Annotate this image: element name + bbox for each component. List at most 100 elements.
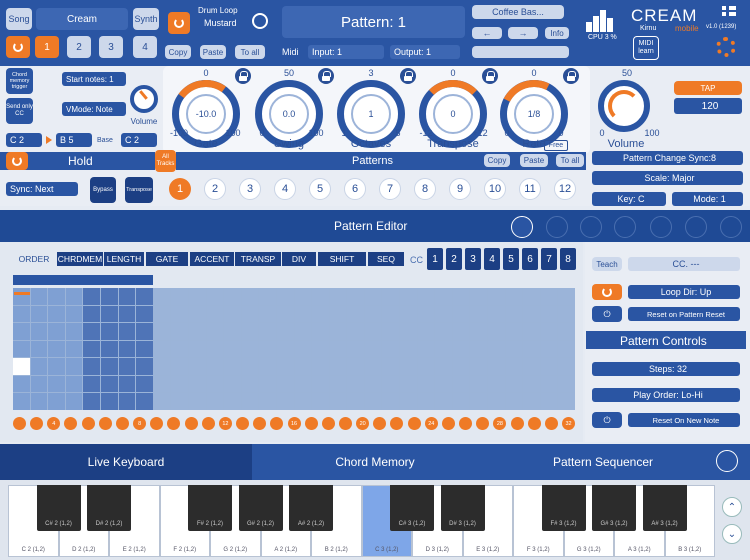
shuffle-icon[interactable]: [580, 216, 602, 238]
pencil-icon[interactable]: [511, 216, 533, 238]
grid-cell[interactable]: [294, 340, 312, 358]
scroll-bar[interactable]: [13, 275, 153, 285]
tab-order[interactable]: ORDER: [13, 252, 55, 266]
octave-up-icon[interactable]: ⌃: [722, 497, 742, 517]
cc-4[interactable]: 4: [484, 248, 500, 270]
copy-button[interactable]: Copy: [165, 45, 191, 59]
grid-cell[interactable]: [470, 375, 488, 393]
drum-loop-value[interactable]: Mustard: [204, 18, 237, 28]
grid-cell[interactable]: [171, 393, 188, 410]
copy-icon[interactable]: [614, 216, 636, 238]
grid-cell[interactable]: [48, 305, 65, 323]
pattern-4[interactable]: 4: [274, 178, 296, 200]
grid-cell[interactable]: [347, 358, 364, 375]
grid-cell[interactable]: [48, 375, 65, 393]
grid-cell[interactable]: [276, 305, 294, 323]
grid-cell[interactable]: [153, 393, 171, 410]
grid-cell[interactable]: [48, 288, 65, 305]
step-dot[interactable]: [64, 417, 78, 430]
reset-pattern-toggle[interactable]: ⏻: [592, 306, 622, 322]
grid-cell[interactable]: [382, 305, 400, 323]
tab-shift[interactable]: SHIFT: [318, 252, 366, 266]
grid-cell[interactable]: [100, 375, 118, 393]
grid-cell[interactable]: [224, 323, 241, 340]
pattern-12[interactable]: 12: [554, 178, 576, 200]
coffee-preset[interactable]: Coffee Bas...: [472, 5, 564, 19]
pattern-11[interactable]: 11: [519, 178, 541, 200]
pattern-5[interactable]: 5: [309, 178, 331, 200]
pattern-8[interactable]: 8: [414, 178, 436, 200]
grid-cell[interactable]: [347, 288, 364, 305]
grid-cell[interactable]: [259, 323, 276, 340]
grid-cell[interactable]: [417, 393, 435, 410]
grid-cell[interactable]: [153, 340, 171, 358]
step-dot[interactable]: 20: [356, 417, 370, 430]
step-dot[interactable]: [544, 417, 558, 430]
grid-cell[interactable]: [30, 305, 48, 323]
grid-cell[interactable]: [30, 358, 48, 375]
grid-cell[interactable]: [136, 305, 153, 323]
grid-cell[interactable]: [452, 288, 470, 305]
grid-cell[interactable]: [224, 340, 241, 358]
synth-button[interactable]: Synth: [133, 8, 159, 30]
grid-cell[interactable]: [382, 323, 400, 340]
grid-cell[interactable]: [118, 393, 136, 410]
low-note-field[interactable]: C 2: [6, 133, 42, 147]
grid-cell[interactable]: [100, 288, 118, 305]
grid-cell[interactable]: [435, 288, 452, 305]
grid-cell[interactable]: [488, 288, 505, 305]
black-key[interactable]: A# 3 (1,2): [642, 485, 687, 531]
grid-cell[interactable]: [118, 323, 136, 340]
high-note-field[interactable]: B 5: [56, 133, 92, 147]
grid-cell[interactable]: [30, 288, 48, 305]
black-key[interactable]: D# 3 (1,2): [440, 485, 485, 531]
grid-cell[interactable]: [329, 375, 347, 393]
cc-8[interactable]: 8: [560, 248, 576, 270]
grid-cell[interactable]: [30, 340, 48, 358]
grid-cell[interactable]: [540, 393, 558, 410]
grid-cell[interactable]: [206, 393, 224, 410]
grid-cell[interactable]: [329, 393, 347, 410]
nav-left-button[interactable]: ←: [472, 27, 502, 39]
grid-cell[interactable]: [312, 305, 329, 323]
step-dot[interactable]: [13, 417, 26, 430]
all-tracks-button[interactable]: All Tracks: [155, 150, 176, 172]
scale-field[interactable]: Scale: Major: [592, 171, 743, 185]
grid-cell[interactable]: [136, 323, 153, 340]
grid-cell[interactable]: [171, 305, 188, 323]
step-dot[interactable]: [441, 417, 455, 430]
grid-cell[interactable]: [505, 305, 523, 323]
grid-cell[interactable]: [329, 288, 347, 305]
black-key[interactable]: G# 2 (1,2): [238, 485, 283, 531]
grid-cell[interactable]: [136, 340, 153, 358]
grid-cell[interactable]: [153, 323, 171, 340]
step-dot[interactable]: [304, 417, 318, 430]
grid-cell[interactable]: [400, 375, 417, 393]
grid-cell[interactable]: [470, 340, 488, 358]
grid-cell[interactable]: [48, 358, 65, 375]
volume-small-knob[interactable]: [130, 85, 158, 113]
grid-cell[interactable]: [100, 393, 118, 410]
grid-cell[interactable]: [417, 305, 435, 323]
grid-cell[interactable]: [558, 375, 575, 393]
grid-cell[interactable]: [558, 288, 575, 305]
grid-cell[interactable]: [294, 323, 312, 340]
black-key[interactable]: C# 3 (1,2): [390, 485, 434, 531]
grid-cell[interactable]: [417, 340, 435, 358]
tab-live-keyboard[interactable]: Live Keyboard: [0, 444, 252, 480]
grid-cell[interactable]: [312, 340, 329, 358]
grid-cell[interactable]: [523, 323, 540, 340]
grid-cell[interactable]: [452, 375, 470, 393]
reset-note-toggle[interactable]: ⏻: [592, 412, 622, 428]
teach-button[interactable]: Teach: [592, 257, 622, 271]
grid-cell[interactable]: [276, 288, 294, 305]
grid-cell[interactable]: [523, 340, 540, 358]
grid-cell[interactable]: [48, 393, 65, 410]
grid-cell[interactable]: [206, 288, 224, 305]
grid-cell[interactable]: [259, 288, 276, 305]
grid-cell[interactable]: [65, 375, 83, 393]
grid-cell[interactable]: [13, 288, 30, 305]
tab-accent[interactable]: ACCENT: [190, 252, 234, 266]
grid-cell[interactable]: [417, 323, 435, 340]
reset-pattern-field[interactable]: Reset on Pattern Reset: [628, 307, 740, 321]
